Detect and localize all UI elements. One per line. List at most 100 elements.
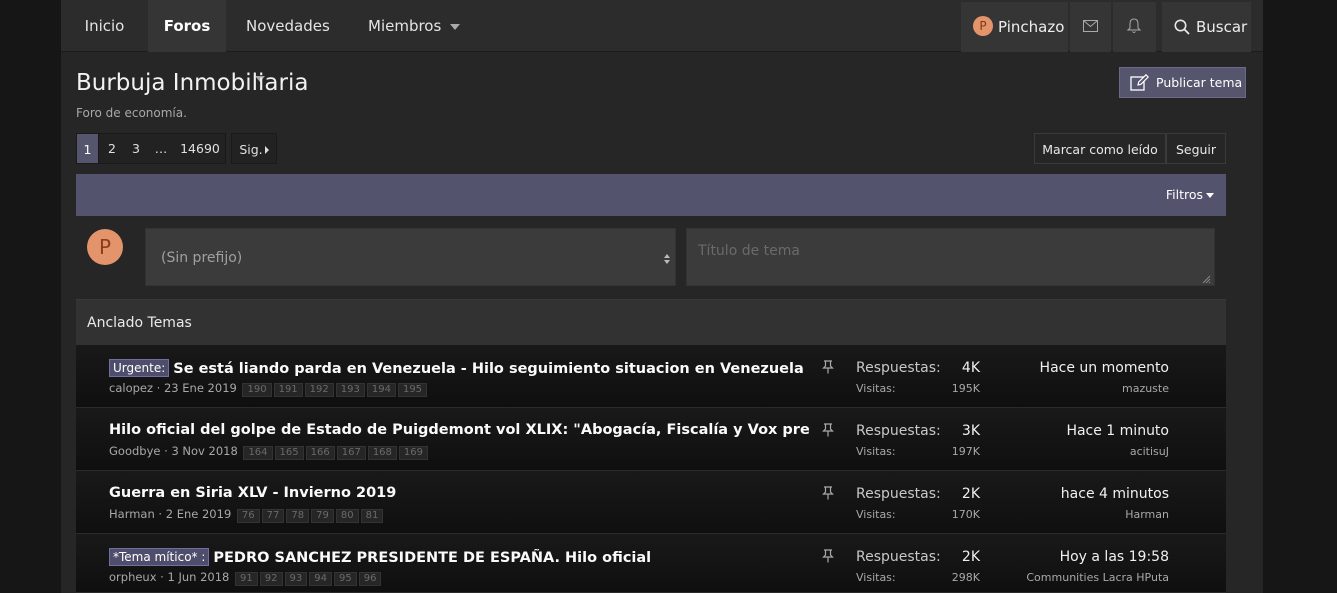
nav-miembros[interactable]: Miembros — [368, 0, 468, 52]
thread-row[interactable]: Hilo oficial del golpe de Estado de Puig… — [76, 408, 1226, 471]
views-label: Visitas: — [856, 445, 896, 458]
page-jump-link[interactable]: 167 — [336, 446, 366, 460]
thread-meta: Goodbye · 3 Nov 2018 164 165 166 167 168 169 — [109, 444, 428, 460]
page-jump-link[interactable]: 164 — [243, 446, 273, 460]
thread-title[interactable]: Guerra en Siria XLV - Invierno 2019 — [109, 485, 396, 501]
last-post-time[interactable]: Hace 1 minuto — [1066, 423, 1169, 439]
avatar: P — [973, 16, 993, 36]
thread-date[interactable]: 23 Ene 2019 — [164, 381, 237, 395]
page-link[interactable]: 1 — [76, 133, 99, 164]
thumbtack-icon — [822, 423, 834, 437]
alerts-button[interactable] — [1113, 2, 1156, 52]
page-link[interactable]: 2 — [100, 133, 124, 164]
page-jump-link[interactable]: 92 — [259, 572, 283, 586]
chevron-down-icon[interactable] — [450, 23, 461, 30]
page-jump-link[interactable]: 193 — [335, 383, 365, 397]
sticky-threads-heading: Anclado Temas — [76, 299, 1226, 345]
page-jump-link[interactable]: 94 — [309, 572, 332, 586]
replies-label: Respuestas: — [856, 486, 941, 502]
thread-author[interactable]: Harman — [109, 507, 155, 521]
publish-thread-button[interactable]: Publicar tema — [1119, 67, 1246, 98]
thumbtack-icon — [822, 486, 834, 500]
search-icon — [1174, 19, 1190, 35]
page-jump-link[interactable]: 168 — [367, 446, 397, 460]
views-label: Visitas: — [856, 382, 896, 395]
filters-button[interactable]: Filtros — [1166, 187, 1214, 202]
select-arrows-icon — [664, 254, 670, 264]
page-jump-link[interactable]: 91 — [235, 572, 258, 586]
page-jump-link[interactable]: 80 — [335, 509, 359, 523]
thread-author[interactable]: Goodbye — [109, 444, 160, 458]
view-count: 195K — [951, 382, 980, 395]
follow-button[interactable]: Seguir — [1166, 133, 1226, 164]
nav-novedades[interactable]: Novedades — [246, 0, 346, 82]
thumbtack-icon — [822, 549, 834, 563]
page-jump-link[interactable]: 192 — [304, 383, 334, 397]
last-post-user[interactable]: Communities Lacra HPuta — [1026, 571, 1169, 584]
thread-prefix-label[interactable]: *Tema mítico* : — [109, 548, 210, 566]
next-page-button[interactable]: Sig. — [231, 133, 277, 164]
thread-title[interactable]: Se está liando parda en Venezuela - Hilo… — [173, 361, 809, 377]
nav-foros[interactable]: Foros — [148, 0, 226, 52]
user-menu[interactable]: P Pinchazo — [961, 2, 1068, 52]
prefix-select-value: (Sin prefijo) — [161, 250, 243, 266]
bell-icon — [1127, 18, 1141, 33]
page-jump-link[interactable]: 195 — [397, 383, 428, 397]
thread-date[interactable]: 1 Jun 2018 — [168, 570, 230, 584]
page-jump-link[interactable]: 77 — [261, 509, 285, 523]
page-jump-link[interactable]: 96 — [358, 572, 382, 586]
envelope-icon — [1083, 20, 1098, 32]
nav-inicio[interactable]: Inicio — [61, 0, 148, 52]
page-jump-link[interactable]: 166 — [305, 446, 335, 460]
page-jump-link[interactable]: 165 — [274, 446, 304, 460]
page-jump-link[interactable]: 81 — [360, 509, 384, 523]
page-jump-link[interactable]: 76 — [236, 509, 260, 523]
thread-author[interactable]: calopez — [109, 381, 153, 395]
thread-meta: calopez · 23 Ene 2019 190 191 192 193 194 195 — [109, 381, 428, 397]
page-description: Foro de economía. — [76, 106, 187, 120]
resize-handle-icon[interactable] — [1202, 275, 1211, 284]
page-jump-link[interactable]: 191 — [273, 383, 303, 397]
thread-row[interactable]: Urgente: Se está liando parda en Venezuel… — [76, 345, 1226, 408]
edit-icon — [1130, 74, 1149, 91]
views-label: Visitas: — [856, 508, 896, 521]
page-link[interactable]: 14690 — [174, 133, 226, 164]
page-jump-link[interactable]: 194 — [366, 383, 396, 397]
replies-label: Respuestas: — [856, 423, 941, 439]
mark-read-button[interactable]: Marcar como leído — [1034, 133, 1166, 164]
chevron-right-icon — [264, 146, 269, 154]
search-button[interactable]: Buscar — [1162, 2, 1251, 52]
prefix-select[interactable]: (Sin prefijo) — [145, 228, 676, 286]
page-jump[interactable]: … — [148, 133, 174, 164]
thread-author[interactable]: orpheux — [109, 570, 157, 584]
inbox-button[interactable] — [1070, 2, 1111, 52]
last-post-user[interactable]: Harman — [1125, 508, 1169, 521]
last-post-time[interactable]: Hoy a las 19:58 — [1060, 549, 1169, 565]
page-jump-link[interactable]: 79 — [311, 509, 334, 523]
last-post-user[interactable]: acitisuJ — [1130, 445, 1169, 458]
page-link[interactable]: 3 — [124, 133, 148, 164]
page-jump-link[interactable]: 93 — [284, 572, 308, 586]
thread-row[interactable]: *Tema mítico* : PEDRO SANCHEZ PRESIDENTE … — [76, 534, 1226, 593]
thread-prefix-label[interactable]: Urgente: — [109, 359, 170, 377]
last-post-user[interactable]: mazuste — [1122, 382, 1169, 395]
nav-inicio-label: Inicio — [84, 17, 125, 35]
last-post-time[interactable]: Hace un momento — [1040, 360, 1169, 376]
thread-title-input[interactable] — [686, 228, 1215, 286]
filter-bar: Filtros — [76, 174, 1226, 216]
thread-title[interactable]: PEDRO SANCHEZ PRESIDENTE DE ESPAÑA. Hilo… — [213, 550, 651, 566]
publish-thread-label: Publicar tema — [1156, 75, 1243, 90]
thread-date[interactable]: 2 Ene 2019 — [166, 507, 232, 521]
search-label: Buscar — [1196, 18, 1248, 36]
last-post-time[interactable]: hace 4 minutos — [1061, 486, 1169, 502]
page-jump-link[interactable]: 169 — [398, 446, 428, 460]
view-count: 298K — [951, 571, 980, 584]
thread-title[interactable]: Hilo oficial del golpe de Estado de Puig… — [109, 422, 809, 438]
nav-foros-label: Foros — [163, 17, 211, 35]
thread-row[interactable]: Guerra en Siria XLV - Invierno 2019 Harm… — [76, 471, 1226, 534]
page-jump-link[interactable]: 190 — [242, 383, 272, 397]
page-jump-link[interactable]: 95 — [333, 572, 357, 586]
page-jump-link[interactable]: 78 — [286, 509, 310, 523]
next-page-label: Sig. — [239, 142, 263, 157]
thread-date[interactable]: 3 Nov 2018 — [171, 444, 237, 458]
